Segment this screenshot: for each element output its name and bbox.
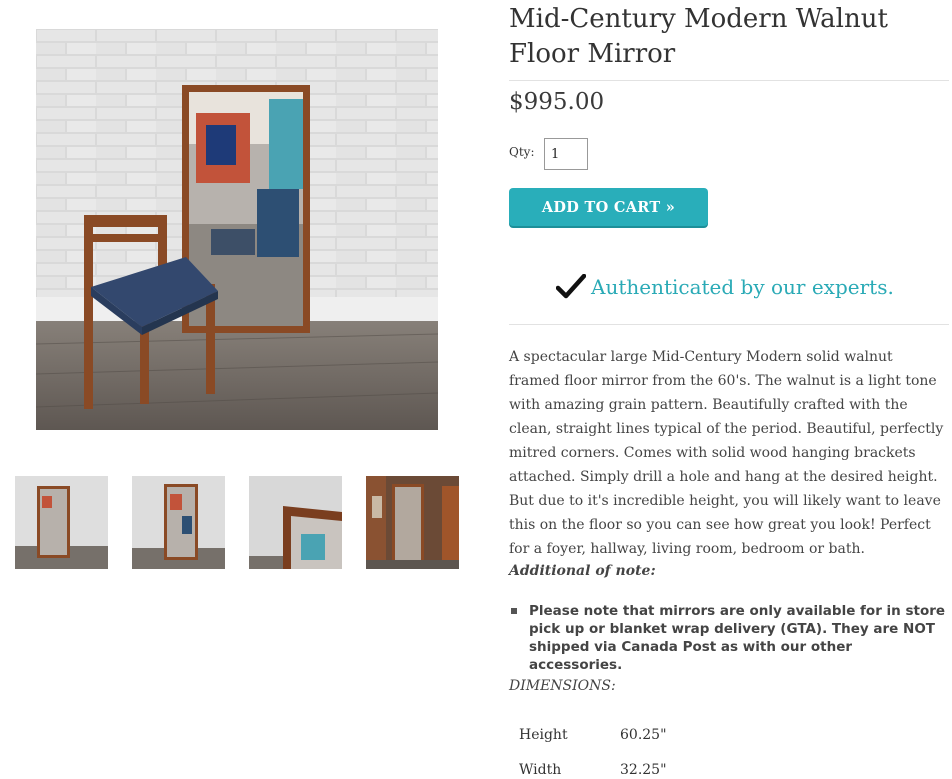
product-price: $995.00 (509, 89, 605, 115)
qty-label: Qty: (509, 145, 535, 159)
thumbnail-1[interactable] (15, 476, 108, 569)
thumbnail-3-image (249, 476, 342, 569)
thumbnail-1-image (15, 476, 108, 569)
dimension-label-height: Height (519, 727, 568, 743)
additional-note-heading: Additional of note: (509, 563, 656, 579)
note-text: Please note that mirrors are only availa… (529, 603, 946, 673)
auth-divider (509, 324, 949, 325)
thumbnail-2[interactable] (132, 476, 225, 569)
title-divider (509, 80, 949, 81)
thumbnail-2-image (132, 476, 225, 569)
authenticated-badge: Authenticated by our experts. (556, 270, 894, 304)
product-description: A spectacular large Mid-Century Modern s… (509, 349, 944, 557)
dimension-value-height: 60.25" (620, 727, 667, 743)
dimensions-heading: DIMENSIONS: (509, 678, 616, 694)
dimension-label-width: Width (519, 762, 562, 778)
additional-note-list: Please note that mirrors are only availa… (509, 602, 949, 674)
authenticated-text: Authenticated by our experts. (591, 275, 894, 299)
thumbnail-3[interactable] (249, 476, 342, 569)
main-product-photo[interactable] (36, 29, 438, 430)
thumbnail-4[interactable] (366, 476, 459, 569)
list-item: Please note that mirrors are only availa… (509, 602, 949, 674)
add-to-cart-button[interactable]: ADD TO CART » (509, 188, 708, 226)
check-icon (556, 274, 586, 299)
main-photo-illustration (36, 29, 438, 430)
qty-input[interactable] (544, 138, 588, 170)
thumbnail-4-image (366, 476, 459, 569)
bullet-icon (511, 608, 517, 614)
dimension-value-width: 32.25" (620, 762, 667, 778)
product-title: Mid-Century Modern Walnut Floor Mirror (509, 4, 888, 69)
